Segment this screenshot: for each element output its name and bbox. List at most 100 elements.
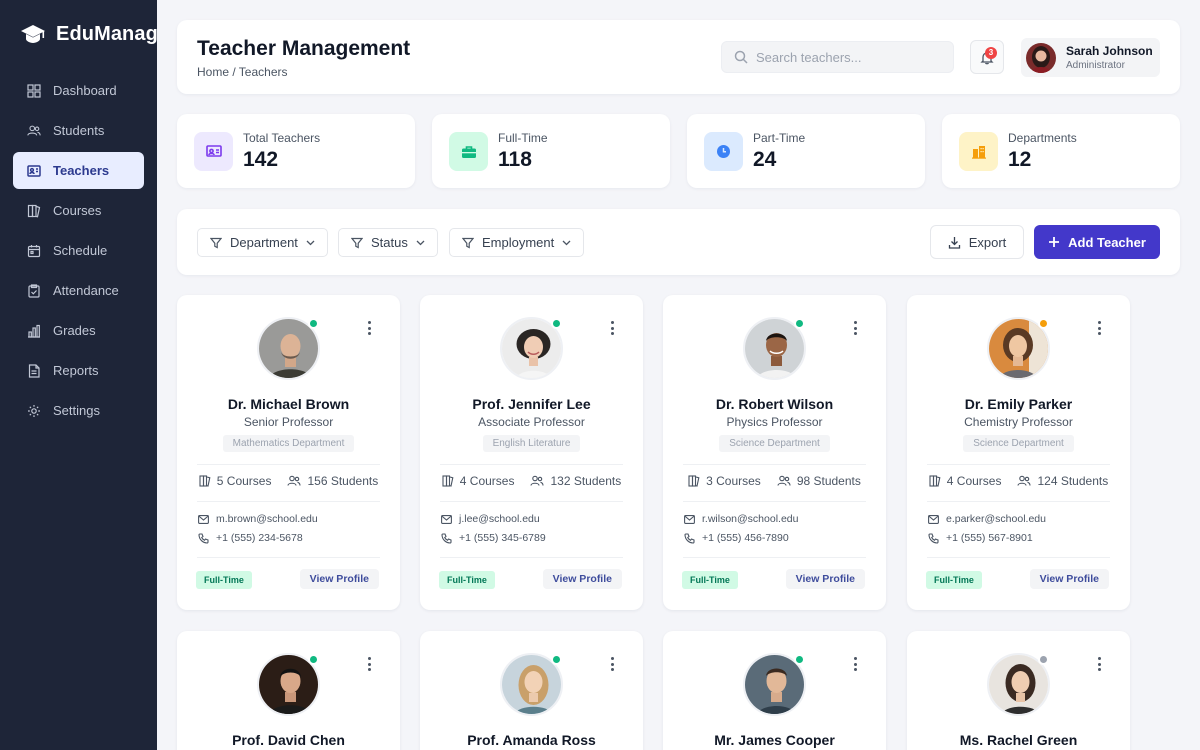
teacher-email: r.wilson@school.edu [702, 513, 799, 525]
sidebar-item-settings[interactable]: Settings [13, 392, 144, 429]
more-options-icon[interactable] [362, 321, 376, 335]
teacher-name: Dr. Emily Parker [964, 396, 1073, 412]
view-profile-button[interactable]: View Profile [542, 569, 622, 589]
online-status-dot [794, 318, 805, 329]
sidebar-item-reports[interactable]: Reports [13, 352, 144, 389]
sidebar: EduManage Dashboard Students Teachers Co… [0, 0, 157, 750]
course-count: 5 Courses [216, 474, 272, 488]
student-count: 156 Students [307, 474, 379, 488]
filter-icon [210, 237, 222, 248]
breadcrumb[interactable]: Home / Teachers [197, 65, 288, 79]
brand[interactable]: EduManage [0, 0, 157, 68]
teacher-card[interactable]: Prof. Jennifer Lee Associate Professor E… [420, 295, 643, 610]
phone-row[interactable]: +1 (555) 456-7890 [684, 532, 789, 544]
divider [683, 501, 866, 502]
teacher-email: j.lee@school.edu [459, 513, 540, 525]
sidebar-item-label: Reports [53, 363, 99, 378]
teacher-name: Prof. David Chen [232, 732, 345, 748]
sidebar-item-teachers[interactable]: Teachers [13, 152, 144, 189]
teacher-phone: +1 (555) 456-7890 [702, 532, 789, 544]
teacher-phone: +1 (555) 345-6789 [459, 532, 546, 544]
stat-label: Total Teachers [243, 131, 321, 145]
view-profile-button[interactable]: View Profile [1029, 569, 1109, 589]
notifications-button[interactable]: 3 [970, 40, 1004, 74]
teacher-phone: +1 (555) 234-5678 [216, 532, 303, 544]
view-profile-button[interactable]: View Profile [299, 569, 379, 589]
sidebar-item-label: Attendance [53, 283, 119, 298]
search-input[interactable] [756, 49, 936, 65]
online-status-dot [551, 318, 562, 329]
export-button[interactable]: Export [930, 225, 1024, 259]
divider [440, 501, 623, 502]
employment-filter[interactable]: Employment [449, 228, 585, 257]
stat-label: Part-Time [753, 131, 806, 145]
mail-icon [928, 514, 939, 524]
more-options-icon[interactable] [848, 321, 862, 335]
user-menu[interactable]: Sarah Johnson Administrator [1021, 38, 1160, 77]
status-filter[interactable]: Status [338, 228, 438, 257]
book-icon [929, 475, 941, 487]
online-status-dot [308, 654, 319, 665]
teacher-card[interactable]: Prof. Amanda Ross [420, 631, 643, 750]
employment-badge: Full-Time [926, 571, 982, 589]
email-row[interactable]: e.parker@school.edu [928, 513, 1046, 525]
search-box[interactable] [721, 41, 954, 73]
sidebar-item-attendance[interactable]: Attendance [13, 272, 144, 309]
search-icon [734, 50, 748, 64]
course-count: 4 Courses [946, 474, 1002, 488]
more-options-icon[interactable] [605, 321, 619, 335]
gear-icon [27, 404, 41, 418]
users-icon [1017, 475, 1032, 486]
teacher-card[interactable]: Dr. Emily Parker Chemistry Professor Sci… [907, 295, 1130, 610]
sidebar-item-courses[interactable]: Courses [13, 192, 144, 229]
more-options-icon[interactable] [1092, 657, 1106, 671]
department-tag: English Literature [482, 435, 581, 452]
more-options-icon[interactable] [848, 657, 862, 671]
stat-value: 12 [1008, 148, 1032, 171]
department-filter[interactable]: Department [197, 228, 328, 257]
teacher-name: Ms. Rachel Green [959, 732, 1078, 748]
add-teacher-label: Add Teacher [1068, 234, 1146, 250]
divider [927, 501, 1110, 502]
sidebar-item-label: Schedule [53, 243, 108, 258]
avatar [257, 653, 320, 716]
phone-icon [441, 532, 452, 544]
teacher-card[interactable]: Prof. David Chen [177, 631, 400, 750]
stat-label: Departments [1008, 131, 1077, 145]
view-profile-button[interactable]: View Profile [785, 569, 865, 589]
building-icon [959, 132, 998, 171]
teacher-card[interactable]: Dr. Robert Wilson Physics Professor Scie… [663, 295, 886, 610]
phone-row[interactable]: +1 (555) 234-5678 [198, 532, 303, 544]
phone-row[interactable]: +1 (555) 567-8901 [928, 532, 1033, 544]
more-options-icon[interactable] [1092, 321, 1106, 335]
more-options-icon[interactable] [605, 657, 619, 671]
teacher-card[interactable]: Ms. Rachel Green [907, 631, 1130, 750]
sidebar-item-students[interactable]: Students [13, 112, 144, 149]
sidebar-item-schedule[interactable]: Schedule [13, 232, 144, 269]
filter-label: Employment [482, 235, 555, 250]
email-row[interactable]: m.brown@school.edu [198, 513, 318, 525]
sidebar-item-dashboard[interactable]: Dashboard [13, 72, 144, 109]
mail-icon [441, 514, 452, 524]
email-row[interactable]: r.wilson@school.edu [684, 513, 798, 525]
notification-badge: 3 [985, 47, 997, 59]
teacher-card[interactable]: Dr. Michael Brown Senior Professor Mathe… [177, 295, 400, 610]
divider [197, 464, 380, 465]
more-options-icon[interactable] [362, 657, 376, 671]
filter-icon [351, 237, 363, 248]
avatar [500, 317, 563, 380]
teacher-card[interactable]: Mr. James Cooper [663, 631, 886, 750]
online-status-dot [308, 318, 319, 329]
email-row[interactable]: j.lee@school.edu [441, 513, 540, 525]
online-status-dot [1038, 654, 1049, 665]
student-count: 124 Students [1037, 474, 1109, 488]
teacher-stats: 5 Courses 156 Students [177, 474, 400, 488]
student-count: 132 Students [550, 474, 622, 488]
divider [683, 464, 866, 465]
add-teacher-button[interactable]: Add Teacher [1034, 225, 1160, 259]
phone-row[interactable]: +1 (555) 345-6789 [441, 532, 546, 544]
phone-icon [928, 532, 939, 544]
graduation-cap-icon [21, 25, 45, 43]
sidebar-item-label: Students [53, 123, 105, 138]
sidebar-item-grades[interactable]: Grades [13, 312, 144, 349]
